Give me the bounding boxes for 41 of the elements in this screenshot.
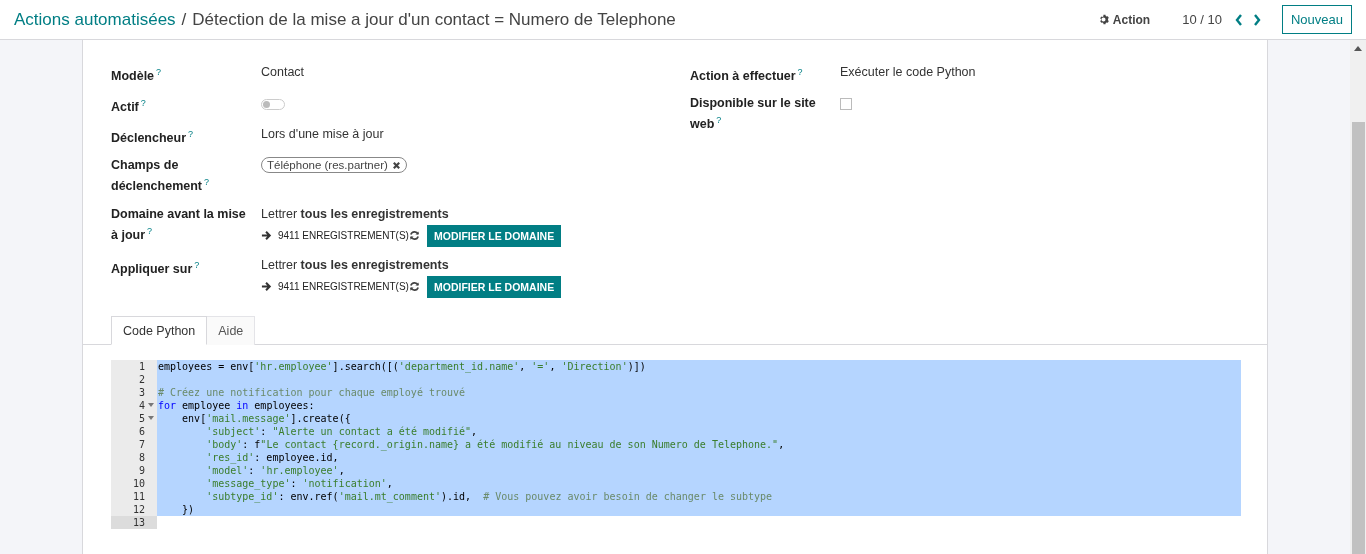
field-value: Contact (261, 65, 305, 79)
pager-counter: 10 / 10 (1182, 12, 1222, 27)
breadcrumb-current: Détection de la mise a jour d'un contact = Numero de Telephone (192, 9, 676, 30)
field-label: Champs de déclenchement $^{?}$ (111, 157, 211, 196)
tab[interactable]: Aide (207, 315, 256, 345)
record-count-link[interactable]: 9411 ENREGISTREMENT(S) (261, 227, 409, 245)
breadcrumb-separator: / (181, 9, 187, 30)
arrow-icon (261, 281, 272, 293)
chevron-left-icon (1234, 13, 1243, 26)
breadcrumb-link[interactable]: Actions automatisées (14, 9, 176, 30)
field-label: Actif $^{?}$ (111, 97, 147, 117)
fold-icon[interactable] (148, 415, 154, 421)
scroll-up-icon[interactable] (1354, 46, 1362, 52)
code-editor[interactable] (111, 359, 1241, 529)
line-number: 1 (111, 359, 157, 373)
field-label: Appliquer sur $^{?}$ (111, 258, 201, 278)
gear-icon (1098, 14, 1110, 25)
toggle-switch[interactable] (261, 99, 285, 111)
domain-summary: Lettrer tous les enregistrements (261, 206, 449, 221)
edit-domain-button[interactable]: MODIFIER LE DOMAINE (427, 224, 562, 247)
tab[interactable]: Code Python (111, 315, 208, 345)
record-count-link[interactable]: 9411 ENREGISTREMENT(S) (261, 278, 409, 296)
refresh-icon[interactable] (409, 230, 420, 242)
refresh-icon[interactable] (409, 281, 420, 293)
domain-summary: Lettrer tous les enregistrements (261, 257, 449, 272)
scrollbar[interactable] (1350, 40, 1366, 554)
action-menu-button[interactable]: Action (1098, 12, 1151, 27)
edit-domain-button[interactable]: MODIFIER LE DOMAINE (427, 275, 562, 298)
checkbox[interactable] (840, 98, 852, 111)
new-button[interactable]: Nouveau (1281, 5, 1352, 34)
chevron-right-icon (1252, 13, 1261, 26)
field-label: Modèle $^{?}$ (111, 66, 163, 86)
remove-icon[interactable] (391, 160, 401, 170)
fold-icon[interactable] (148, 402, 154, 408)
field-value: Exécuter le code Python (840, 65, 976, 79)
arrow-icon (261, 230, 272, 242)
field-value: Lors d'une mise à jour (261, 127, 384, 142)
field-label: Disponible sur le site web $^{?}$ (690, 95, 817, 134)
field-label: Déclencheur $^{?}$ (111, 128, 195, 148)
field-label: Action à effectuer $^{?}$ (690, 66, 804, 86)
field-label: Domaine avant la mise à jour $^{?}$ (111, 205, 247, 244)
